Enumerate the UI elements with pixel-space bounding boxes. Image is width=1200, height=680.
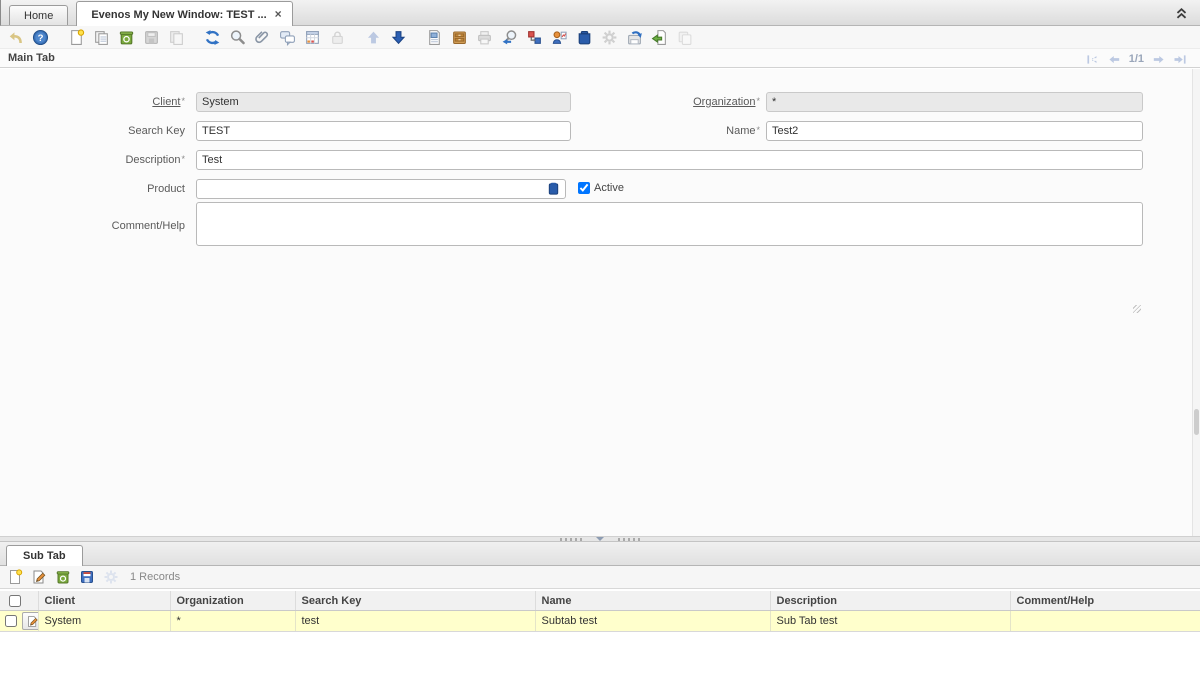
row-checkbox[interactable] xyxy=(5,615,17,627)
edit-record-icon[interactable] xyxy=(29,567,49,587)
collapse-header-icon[interactable] xyxy=(1173,4,1191,22)
new-record-icon[interactable] xyxy=(66,27,87,48)
select-all-header xyxy=(0,591,38,611)
record-navigation: 1/1 xyxy=(1085,49,1188,69)
requests-icon[interactable] xyxy=(302,27,323,48)
delete-record-icon[interactable] xyxy=(116,27,137,48)
column-header-organization[interactable]: Organization xyxy=(170,591,295,611)
close-tab-icon[interactable]: × xyxy=(275,7,282,21)
cell-comment-help[interactable] xyxy=(1010,611,1200,632)
parent-record-icon xyxy=(363,27,384,48)
svg-text:?: ? xyxy=(38,32,44,43)
product-field[interactable] xyxy=(196,179,566,199)
description-field[interactable] xyxy=(196,150,1143,170)
column-header-description[interactable]: Description xyxy=(770,591,1010,611)
save-create-new-icon xyxy=(166,27,187,48)
save-icon xyxy=(141,27,162,48)
previous-record-icon xyxy=(1107,52,1122,67)
tab-home-label: Home xyxy=(24,10,53,22)
active-label: Active xyxy=(594,182,624,194)
comment-help-field[interactable] xyxy=(196,202,1143,246)
cell-client[interactable]: System xyxy=(38,611,170,632)
organization-label: Organization xyxy=(575,96,760,108)
tab-home[interactable]: Home xyxy=(9,5,68,25)
form-scrollbar-thumb[interactable] xyxy=(1194,409,1199,435)
form-scrollbar-track xyxy=(1192,69,1200,536)
archive-icon[interactable] xyxy=(449,27,470,48)
table-row[interactable]: System*testSubtab testSub Tab test xyxy=(0,611,1200,632)
process-icon xyxy=(101,567,121,587)
record-position: 1/1 xyxy=(1129,53,1144,65)
table-header-row: ClientOrganizationSearch KeyNameDescript… xyxy=(0,591,1200,611)
product-picker-icon[interactable] xyxy=(546,181,562,197)
next-record-icon xyxy=(1151,52,1166,67)
attachment-icon[interactable] xyxy=(252,27,273,48)
check-requests-icon[interactable] xyxy=(549,27,570,48)
tab-active-label: Evenos My New Window: TEST ... xyxy=(91,9,266,21)
main-toolbar: ? xyxy=(0,26,1200,48)
search-key-field[interactable] xyxy=(196,121,571,141)
cell-description[interactable]: Sub Tab test xyxy=(770,611,1010,632)
export-icon[interactable] xyxy=(624,27,645,48)
records-count-label: 1 Records xyxy=(130,571,180,583)
active-workflows-icon[interactable] xyxy=(524,27,545,48)
main-tab-header: Main Tab 1/1 xyxy=(0,48,1200,68)
application-window: Home Evenos My New Window: TEST ... × ? M… xyxy=(0,0,1200,680)
cell-organization[interactable]: * xyxy=(170,611,295,632)
row-select-cell xyxy=(0,611,38,632)
main-tab-form: Client Organization Search Key Name Desc… xyxy=(0,69,1200,536)
ignore-changes-icon[interactable] xyxy=(5,27,26,48)
active-checkbox-group: Active xyxy=(578,182,624,194)
splitter-collapse-icon[interactable] xyxy=(596,537,604,541)
save-icon[interactable] xyxy=(77,567,97,587)
cell-name[interactable]: Subtab test xyxy=(535,611,770,632)
copy-record-icon[interactable] xyxy=(91,27,112,48)
help-icon[interactable]: ? xyxy=(30,27,51,48)
column-header-search-key[interactable]: Search Key xyxy=(295,591,535,611)
column-header-comment-help[interactable]: Comment/Help xyxy=(1010,591,1200,611)
main-tab-title: Main Tab xyxy=(8,52,55,64)
zoom-across-icon[interactable] xyxy=(499,27,520,48)
chat-icon[interactable] xyxy=(277,27,298,48)
column-header-client[interactable]: Client xyxy=(38,591,170,611)
name-label: Name xyxy=(575,125,760,137)
tab-active-window[interactable]: Evenos My New Window: TEST ... × xyxy=(76,1,292,26)
product-info-icon[interactable] xyxy=(574,27,595,48)
detail-tabbar: Sub Tab xyxy=(0,542,1200,566)
private-lock-icon xyxy=(327,27,348,48)
report-icon[interactable] xyxy=(424,27,445,48)
detail-toolbar: 1 Records xyxy=(0,566,1200,589)
search-key-label: Search Key xyxy=(0,125,185,137)
window-tabbar: Home Evenos My New Window: TEST ... × xyxy=(0,0,1200,26)
column-header-name[interactable]: Name xyxy=(535,591,770,611)
description-label: Description xyxy=(0,154,185,166)
cell-search-key[interactable]: test xyxy=(295,611,535,632)
client-field xyxy=(196,92,571,112)
organization-field xyxy=(766,92,1143,112)
tab-sub-tab[interactable]: Sub Tab xyxy=(6,545,83,566)
detail-record-icon[interactable] xyxy=(388,27,409,48)
print-icon xyxy=(474,27,495,48)
detail-table: ClientOrganizationSearch KeyNameDescript… xyxy=(0,591,1200,632)
detail-pane: Sub Tab 1 Records ClientOrganizationSear… xyxy=(0,542,1200,680)
file-import-icon[interactable] xyxy=(649,27,670,48)
client-label: Client xyxy=(0,96,185,108)
splitter-grip-dots[interactable] xyxy=(618,538,640,541)
process-icon xyxy=(599,27,620,48)
delete-record-icon[interactable] xyxy=(53,567,73,587)
textarea-resize-grip[interactable] xyxy=(1133,305,1141,313)
new-record-icon[interactable] xyxy=(5,567,25,587)
active-checkbox[interactable] xyxy=(578,182,590,194)
last-record-icon xyxy=(1173,52,1188,67)
product-label: Product xyxy=(0,183,185,195)
first-record-icon xyxy=(1085,52,1100,67)
lookup-record-icon[interactable] xyxy=(227,27,248,48)
select-all-checkbox[interactable] xyxy=(9,595,21,607)
requery-icon[interactable] xyxy=(202,27,223,48)
name-field[interactable] xyxy=(766,121,1143,141)
splitter-grip-dots[interactable] xyxy=(560,538,582,541)
customize-icon xyxy=(674,27,695,48)
edit-record-icon[interactable] xyxy=(22,612,38,630)
comment-help-label: Comment/Help xyxy=(0,220,185,232)
